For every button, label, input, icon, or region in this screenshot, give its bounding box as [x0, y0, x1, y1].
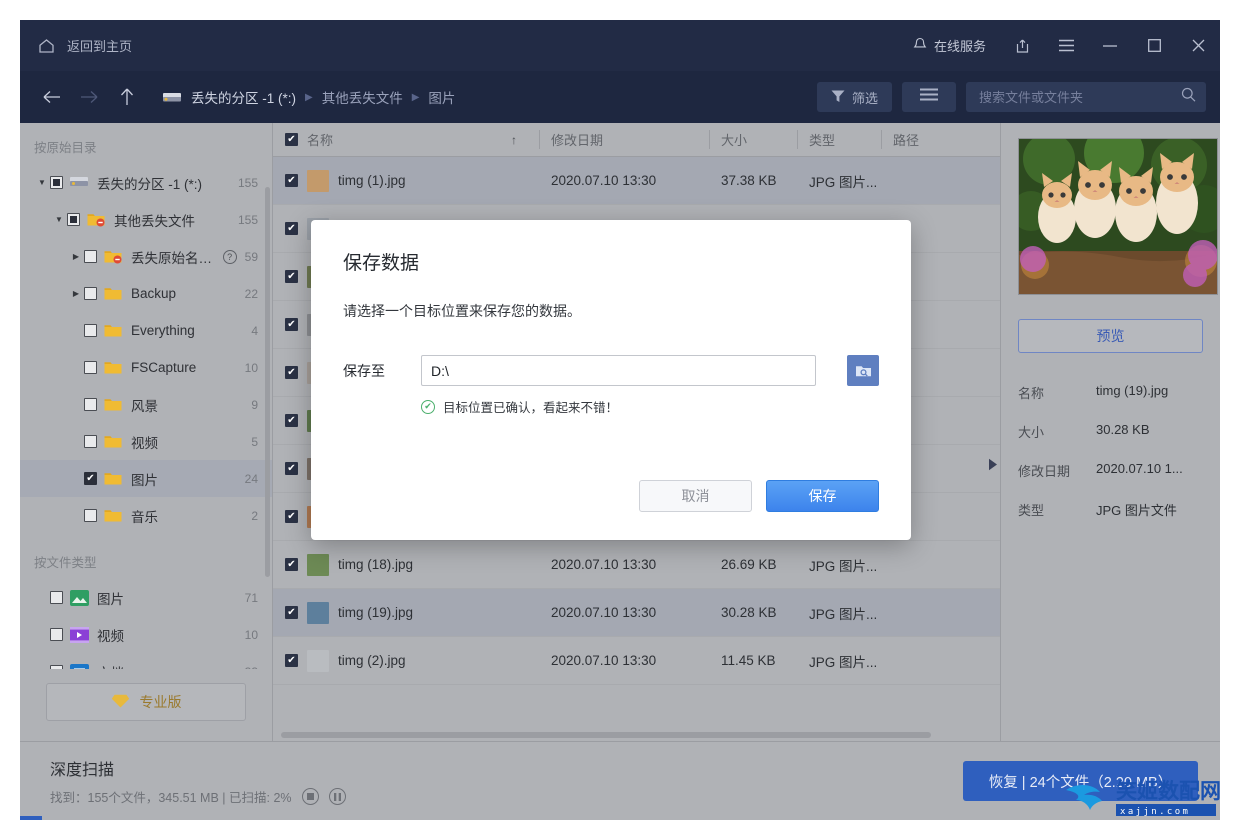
dialog-buttons: 取消 保存 — [639, 480, 879, 512]
modal-overlay: 保存数据 请选择一个目标位置来保存您的数据。 保存至 ✔ 目标位置已确认，看起来… — [20, 20, 1220, 820]
validation-message: 目标位置已确认，看起来不错！ — [443, 401, 619, 415]
dialog-title: 保存数据 — [343, 253, 420, 274]
save-path-field-row: 保存至 — [343, 355, 879, 386]
cancel-button-label: 取消 — [681, 488, 710, 504]
dialog-description: 请选择一个目标位置来保存您的数据。 — [343, 303, 581, 319]
validation-message-row: ✔ 目标位置已确认，看起来不错！ — [421, 397, 879, 416]
save-path-label: 保存至 — [343, 362, 385, 379]
application-window: 返回到主页 在线服务 丢失的分区 -1 (*:) ▶ 其他丢失文件 ▶ 图片 筛… — [20, 20, 1220, 820]
save-data-dialog: 保存数据 请选择一个目标位置来保存您的数据。 保存至 ✔ 目标位置已确认，看起来… — [311, 220, 911, 540]
save-button[interactable]: 保存 — [766, 480, 879, 512]
check-circle-icon: ✔ — [421, 399, 435, 414]
cancel-button[interactable]: 取消 — [639, 480, 752, 512]
save-button-label: 保存 — [808, 488, 837, 504]
save-path-input[interactable] — [421, 355, 816, 386]
folder-browse-icon[interactable] — [847, 355, 879, 386]
